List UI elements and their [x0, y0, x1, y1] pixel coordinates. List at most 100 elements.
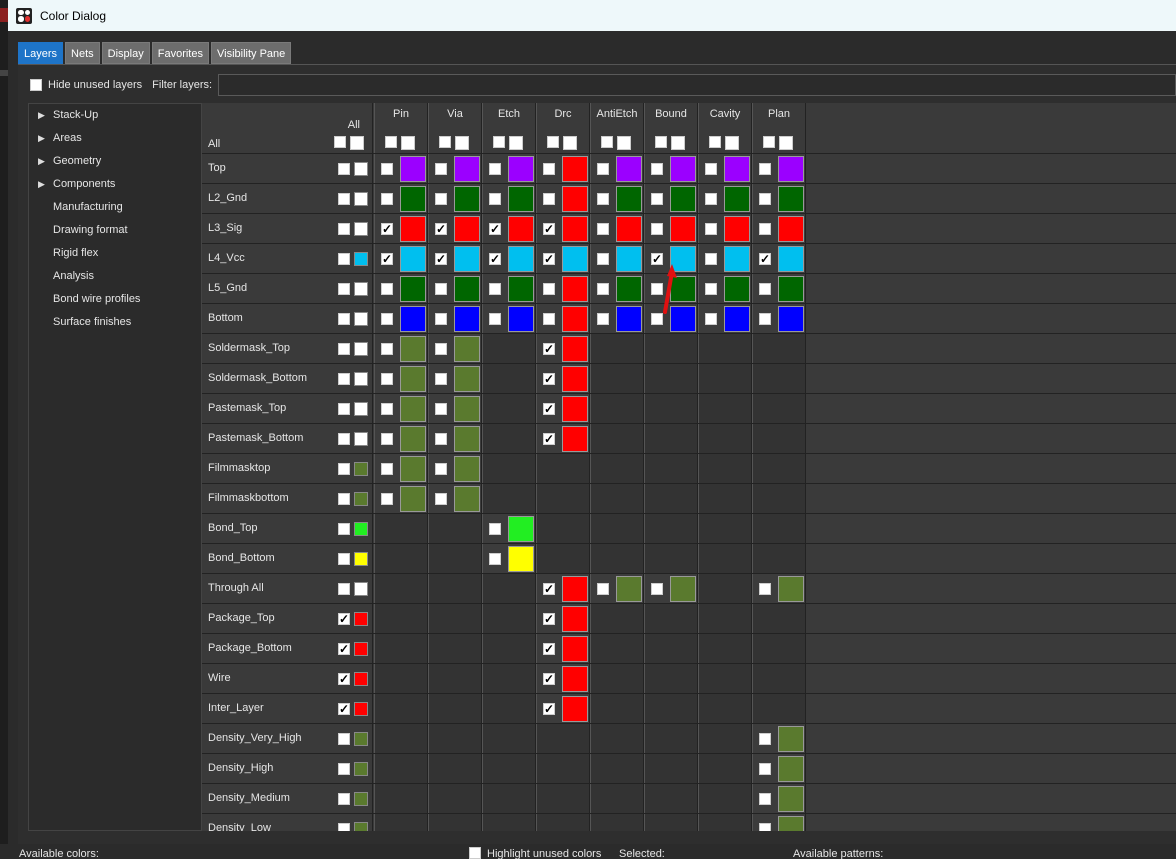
layer-all-checkbox[interactable] — [338, 193, 350, 205]
visibility-checkbox[interactable] — [759, 193, 771, 205]
color-swatch[interactable] — [508, 306, 534, 332]
visibility-checkbox[interactable] — [381, 403, 393, 415]
column-all-checkbox[interactable] — [547, 136, 559, 148]
grid-cell-antietch[interactable] — [590, 244, 644, 273]
layer-all-color-swatch[interactable] — [354, 222, 368, 236]
visibility-checkbox[interactable] — [543, 701, 555, 717]
visibility-checkbox[interactable] — [705, 253, 717, 265]
layer-all-checkbox[interactable] — [338, 223, 350, 235]
visibility-checkbox[interactable] — [759, 793, 771, 805]
grid-cell-drc[interactable] — [536, 424, 590, 453]
color-swatch[interactable] — [508, 246, 534, 272]
grid-cell-etch[interactable] — [482, 274, 536, 303]
column-all-checkbox[interactable] — [385, 136, 397, 148]
tab-visibility-pane[interactable]: Visibility Pane — [210, 42, 292, 64]
visibility-checkbox[interactable] — [543, 431, 555, 447]
grid-cell-drc[interactable] — [536, 634, 590, 663]
color-swatch[interactable] — [454, 426, 480, 452]
grid-cell-via[interactable] — [428, 244, 482, 273]
visibility-checkbox[interactable] — [543, 341, 555, 357]
tab-favorites[interactable]: Favorites — [151, 42, 209, 64]
visibility-checkbox[interactable] — [435, 251, 447, 267]
layer-all-checkbox[interactable] — [338, 823, 350, 831]
column-all-color-swatch[interactable] — [779, 136, 793, 150]
column-all-checkbox[interactable] — [601, 136, 613, 148]
grid-cell-bound[interactable] — [644, 184, 698, 213]
visibility-checkbox[interactable] — [651, 193, 663, 205]
visibility-checkbox[interactable] — [705, 223, 717, 235]
tree-item-manufacturing[interactable]: Manufacturing — [29, 196, 201, 219]
visibility-checkbox[interactable] — [705, 163, 717, 175]
grid-cell-drc[interactable] — [536, 664, 590, 693]
visibility-checkbox[interactable] — [759, 251, 771, 267]
visibility-checkbox[interactable] — [435, 283, 447, 295]
color-swatch[interactable] — [670, 186, 696, 212]
color-swatch[interactable] — [724, 306, 750, 332]
column-all-checkbox[interactable] — [655, 136, 667, 148]
visibility-checkbox[interactable] — [381, 251, 393, 267]
grid-cell-via[interactable] — [428, 304, 482, 333]
visibility-checkbox[interactable] — [381, 463, 393, 475]
visibility-checkbox[interactable] — [543, 313, 555, 325]
color-swatch[interactable] — [616, 276, 642, 302]
color-swatch[interactable] — [778, 816, 804, 831]
color-swatch[interactable] — [778, 306, 804, 332]
grid-cell-pin[interactable] — [374, 454, 428, 483]
visibility-checkbox[interactable] — [705, 193, 717, 205]
layer-all-color-swatch[interactable] — [354, 582, 368, 596]
layer-all-color-swatch[interactable] — [354, 672, 368, 686]
grid-cell-via[interactable] — [428, 154, 482, 183]
color-swatch[interactable] — [562, 696, 588, 722]
layer-all-color-swatch[interactable] — [354, 792, 368, 806]
grid-cell-pin[interactable] — [374, 184, 428, 213]
visibility-checkbox[interactable] — [381, 493, 393, 505]
layer-all-color-swatch[interactable] — [354, 282, 368, 296]
grid-cell-plan[interactable] — [752, 154, 806, 183]
grid-cell-etch[interactable] — [482, 544, 536, 573]
grid-cell-bound[interactable] — [644, 274, 698, 303]
visibility-checkbox[interactable] — [435, 433, 447, 445]
grid-cell-bound[interactable] — [644, 214, 698, 243]
visibility-checkbox[interactable] — [543, 671, 555, 687]
visibility-checkbox[interactable] — [381, 221, 393, 237]
layer-all-color-swatch[interactable] — [354, 822, 368, 831]
layer-all-color-swatch[interactable] — [354, 372, 368, 386]
grid-cell-etch[interactable] — [482, 304, 536, 333]
color-swatch[interactable] — [670, 216, 696, 242]
visibility-checkbox[interactable] — [759, 223, 771, 235]
grid-cell-pin[interactable] — [374, 334, 428, 363]
grid-cell-etch[interactable] — [482, 514, 536, 543]
visibility-checkbox[interactable] — [435, 373, 447, 385]
grid-cell-plan[interactable] — [752, 244, 806, 273]
layer-all-checkbox[interactable] — [338, 433, 350, 445]
layer-all-checkbox[interactable] — [338, 163, 350, 175]
tab-display[interactable]: Display — [101, 42, 150, 64]
layer-all-checkbox[interactable] — [338, 373, 350, 385]
layer-all-checkbox[interactable] — [338, 493, 350, 505]
color-swatch[interactable] — [670, 246, 696, 272]
color-swatch[interactable] — [778, 576, 804, 602]
grid-cell-bound[interactable] — [644, 574, 698, 603]
visibility-checkbox[interactable] — [489, 283, 501, 295]
color-swatch[interactable] — [400, 336, 426, 362]
visibility-checkbox[interactable] — [435, 343, 447, 355]
column-all-color-swatch[interactable] — [617, 136, 631, 150]
grid-cell-plan[interactable] — [752, 754, 806, 783]
color-swatch[interactable] — [454, 366, 480, 392]
color-swatch[interactable] — [562, 156, 588, 182]
layer-all-checkbox[interactable] — [338, 343, 350, 355]
visibility-checkbox[interactable] — [381, 373, 393, 385]
grid-cell-bound[interactable] — [644, 244, 698, 273]
layer-all-color-swatch[interactable] — [354, 402, 368, 416]
visibility-checkbox[interactable] — [543, 251, 555, 267]
grid-cell-bound[interactable] — [644, 154, 698, 183]
grid-cell-via[interactable] — [428, 484, 482, 513]
color-swatch[interactable] — [454, 186, 480, 212]
grid-cell-plan[interactable] — [752, 814, 806, 831]
tab-layers[interactable]: Layers — [18, 42, 64, 64]
visibility-checkbox[interactable] — [435, 463, 447, 475]
grid-cell-etch[interactable] — [482, 214, 536, 243]
layer-all-checkbox[interactable] — [338, 283, 350, 295]
visibility-checkbox[interactable] — [489, 553, 501, 565]
color-swatch[interactable] — [400, 366, 426, 392]
